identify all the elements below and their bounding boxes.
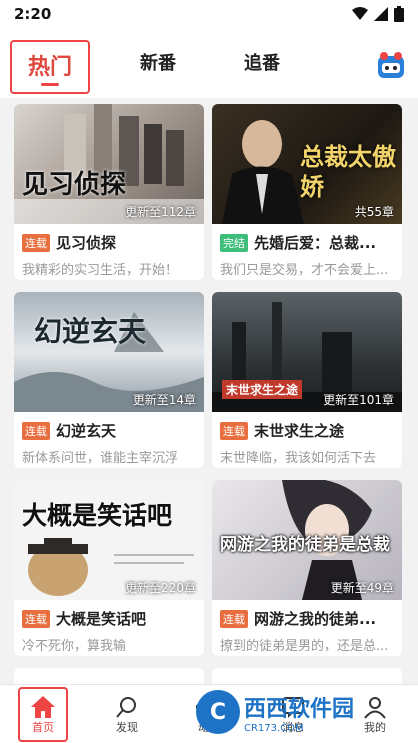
status-time: 2:20	[14, 5, 52, 23]
comic-card[interactable]: 大概是笑话吧 更新至220章 连载 大概是笑话吧 冷不死你，算我输	[14, 480, 204, 656]
wifi-icon	[352, 7, 368, 20]
status-bar: 2:20	[0, 0, 418, 28]
cover-title: 总裁太傲娇	[300, 143, 396, 201]
watermark-text: 西西软件园	[244, 696, 355, 722]
mascot-icon[interactable]	[376, 50, 406, 80]
comic-name: 见习侦探	[56, 234, 117, 252]
comic-cover[interactable]: 总裁太傲娇 共55章	[212, 104, 402, 224]
comic-name: 幻逆玄天	[56, 422, 117, 440]
status-tag: 连载	[22, 233, 50, 252]
update-badge: 更新至112章	[125, 205, 196, 219]
status-tag: 完结	[220, 233, 248, 252]
watermark-subtext: CR173.COM	[244, 722, 304, 734]
comic-cover[interactable]: 幻逆玄天 更新至14章	[14, 292, 204, 412]
tab-hot-label: 热门	[27, 54, 72, 80]
home-icon	[31, 695, 55, 718]
signal-icon	[374, 7, 388, 21]
status-tag: 连载	[220, 609, 248, 628]
comic-name: 末世求生之途	[254, 422, 345, 440]
comic-name: 大概是笑话吧	[56, 610, 147, 628]
status-tag: 连载	[22, 609, 50, 628]
cover-title: 网游之我的徒弟是总裁	[220, 535, 390, 555]
nav-home-label: 首页	[32, 720, 54, 734]
comic-desc: 末世降临，我该如何活下去	[220, 451, 377, 466]
comic-card[interactable]: 网游之我的徒弟是总裁 更新至49章 连载 网游之我的徒弟... 撩到的徒弟是男的…	[212, 480, 402, 656]
tab-new[interactable]: 新番	[136, 40, 180, 84]
comic-cover[interactable]: 网游之我的徒弟是总裁 更新至49章	[212, 480, 402, 600]
tab-hot[interactable]: 热门	[10, 40, 90, 94]
nav-discover-label: 发现	[116, 720, 138, 734]
comic-desc: 新体系问世，谁能主宰沉浮	[22, 451, 179, 466]
update-badge: 共55章	[354, 205, 394, 219]
comic-cover[interactable]: 末世求生之途 更新至101章	[212, 292, 402, 412]
comic-name: 先婚后爱：总裁...	[254, 234, 377, 252]
nav-home[interactable]: 首页	[18, 687, 68, 742]
cover-title: 见习侦探	[22, 170, 127, 200]
cover-title: 大概是笑话吧	[22, 501, 173, 530]
comic-cover[interactable]: 见习侦探 更新至112章	[14, 104, 204, 224]
comic-card[interactable]: 总裁太傲娇 共55章 完结 先婚后爱：总裁... 我们只是交易，才不会爱上...	[212, 104, 402, 280]
comic-card[interactable]: 见习侦探 更新至112章 连载 见习侦探 我精彩的实习生活，开始！	[14, 104, 204, 280]
update-badge: 更新至220章	[125, 581, 196, 595]
watermark-logo-icon: C	[196, 690, 240, 734]
update-badge: 更新至14章	[132, 393, 196, 407]
top-tab-bar: 热门 新番 追番	[0, 28, 418, 98]
comic-card[interactable]: 末世求生之途 更新至101章 连载 末世求生之途 末世降临，我该如何活下去	[212, 292, 402, 468]
comic-grid: 见习侦探 更新至112章 连载 见习侦探 我精彩的实习生活，开始！ 总裁太傲娇 …	[0, 98, 418, 684]
status-tag: 连载	[220, 421, 248, 440]
comic-desc: 我们只是交易，才不会爱上...	[220, 263, 389, 278]
comic-name: 网游之我的徒弟...	[254, 610, 377, 628]
comic-cover[interactable]: 大概是笑话吧 更新至220章	[14, 480, 204, 600]
comic-card[interactable]: 幻逆玄天 更新至14章 连载 幻逆玄天 新体系问世，谁能主宰沉浮	[14, 292, 204, 468]
nav-discover[interactable]: 发现	[92, 687, 162, 742]
comic-card-partial[interactable]	[212, 668, 402, 684]
comic-desc: 撩到的徒弟是男的，还是总...	[220, 639, 389, 654]
cover-title: 末世求生之途	[222, 380, 303, 399]
comic-desc: 我精彩的实习生活，开始！	[22, 263, 179, 278]
comic-card-partial[interactable]	[14, 668, 204, 684]
battery-icon	[394, 6, 404, 22]
cover-title: 幻逆玄天	[34, 315, 147, 348]
watermark: C 西西软件园 CR173.COM	[196, 690, 402, 734]
update-badge: 更新至101章	[323, 393, 394, 407]
update-badge: 更新至49章	[330, 581, 394, 595]
tab-follow[interactable]: 追番	[240, 40, 284, 84]
status-tag: 连载	[22, 421, 50, 440]
status-icons	[352, 6, 404, 22]
search-icon	[116, 696, 136, 718]
comic-desc: 冷不死你，算我输	[22, 639, 127, 654]
tab-active-indicator	[41, 82, 59, 86]
